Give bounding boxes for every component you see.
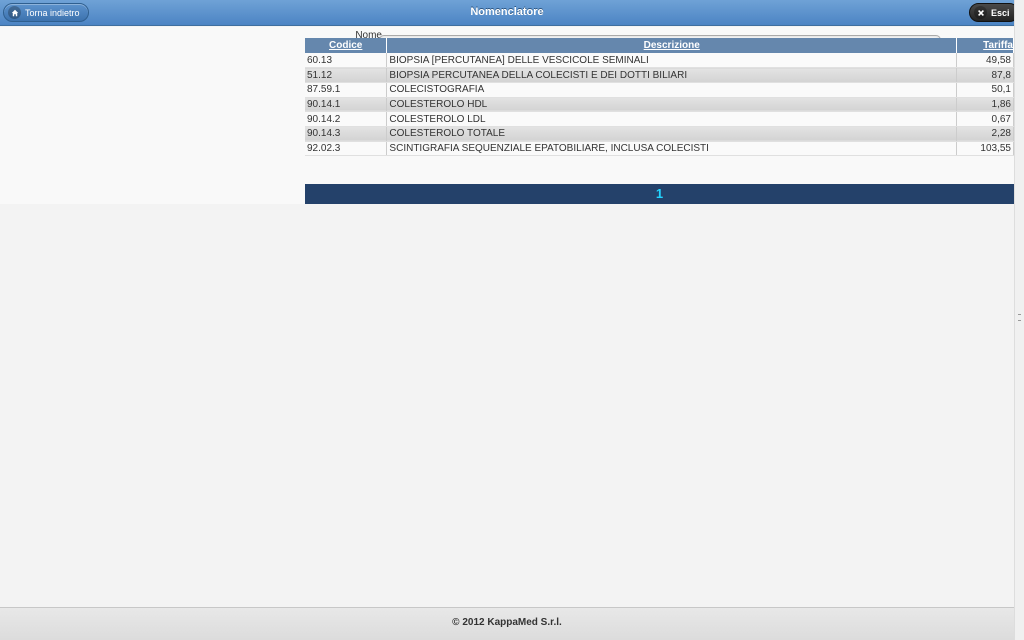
copyright-text: © 2012 KappaMed S.r.l. — [452, 617, 562, 628]
cell-tariffa: 87,8 — [956, 67, 1014, 83]
cell-codice: 90.14.1 — [305, 97, 388, 113]
cell-descrizione: COLESTEROLO TOTALE — [386, 126, 958, 142]
cell-codice: 90.14.2 — [305, 111, 388, 127]
table-row[interactable]: 60.13 BIOPSIA [PERCUTANEA] DELLE VESCICOL… — [305, 53, 1014, 69]
cell-descrizione: BIOPSIA [PERCUTANEA] DELLE VESCICOLE SEM… — [386, 53, 958, 69]
scrollbar-grip[interactable] — [1018, 314, 1021, 321]
page-number-current[interactable]: 1 — [656, 186, 663, 201]
cell-descrizione: COLESTEROLO LDL — [386, 111, 958, 127]
cell-descrizione: COLECISTOGRAFIA — [386, 82, 958, 98]
cell-descrizione: COLESTEROLO HDL — [386, 97, 958, 113]
cell-codice: 87.59.1 — [305, 82, 388, 98]
cell-tariffa: 49,58 — [956, 53, 1014, 69]
pagination-bar: 1 — [305, 184, 1014, 204]
cell-codice: 92.02.3 — [305, 141, 388, 157]
page-title: Nomenclatore — [470, 6, 544, 18]
cell-tariffa: 2,28 — [956, 126, 1014, 142]
table-row[interactable]: 51.12 BIOPSIA PERCUTANEA DELLA COLECISTI … — [305, 67, 1014, 83]
vertical-scrollbar[interactable] — [1014, 0, 1024, 640]
cell-codice: 51.12 — [305, 67, 388, 83]
table-row[interactable]: 90.14.1 COLESTEROLO HDL 1,86 — [305, 97, 1014, 113]
cell-tariffa: 0,67 — [956, 111, 1014, 127]
exit-button[interactable]: Esci — [969, 3, 1019, 22]
cell-descrizione: BIOPSIA PERCUTANEA DELLA COLECISTI E DEI… — [386, 67, 958, 83]
cell-codice: 90.14.3 — [305, 126, 388, 142]
table-row[interactable]: 90.14.2 COLESTEROLO LDL 0,67 — [305, 111, 1014, 127]
table-row[interactable]: 87.59.1 COLECISTOGRAFIA 50,1 — [305, 82, 1014, 98]
table-header-row: Codice Descrizione Tariffa — [305, 38, 1014, 53]
cell-codice: 60.13 — [305, 53, 388, 69]
cell-tariffa: 50,1 — [956, 82, 1014, 98]
table-row[interactable]: 90.14.3 COLESTEROLO TOTALE 2,28 — [305, 126, 1014, 142]
exit-button-label: Esci — [991, 7, 1010, 18]
column-header-codice[interactable]: Codice — [305, 38, 388, 53]
column-header-tariffa[interactable]: Tariffa — [956, 38, 1014, 53]
close-icon — [974, 6, 987, 19]
column-header-descrizione[interactable]: Descrizione — [386, 38, 958, 53]
cell-descrizione: SCINTIGRAFIA SEQUENZIALE EPATOBILIARE, I… — [386, 141, 958, 157]
cell-tariffa: 103,55 — [956, 141, 1014, 157]
header-bar: Torna indietro Nomenclatore Esci — [0, 0, 1019, 26]
table-row[interactable]: 92.02.3 SCINTIGRAFIA SEQUENZIALE EPATOBIL… — [305, 141, 1014, 157]
results-table: Codice Descrizione Tariffa 60.13 BIOPSIA … — [305, 38, 1014, 157]
footer: © 2012 KappaMed S.r.l. — [0, 607, 1014, 640]
cell-tariffa: 1,86 — [956, 97, 1014, 113]
